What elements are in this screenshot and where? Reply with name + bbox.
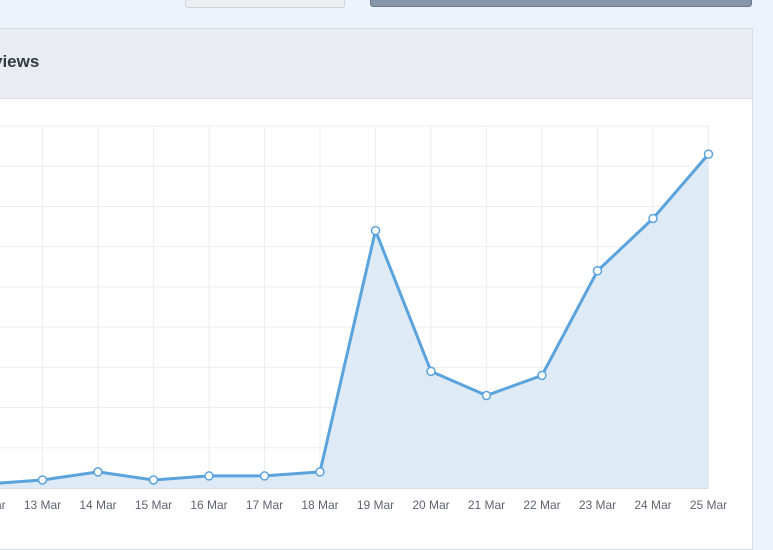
- x-tick-label: 14 Mar: [79, 498, 116, 512]
- data-point[interactable]: [259, 471, 270, 481]
- x-tick-label: 16 Mar: [190, 498, 227, 512]
- x-tick-label: 17 Mar: [246, 498, 283, 512]
- data-point[interactable]: [481, 390, 492, 401]
- x-tick-label: 25 Mar: [690, 498, 727, 512]
- data-point[interactable]: [37, 475, 48, 485]
- x-tick-label: 24 Mar: [634, 498, 671, 512]
- x-tick-label: 19 Mar: [357, 498, 394, 512]
- x-tick-label: 13 Mar: [24, 498, 61, 512]
- x-tick-label: 21 Mar: [468, 498, 505, 512]
- x-tick-label: 15 Mar: [135, 498, 172, 512]
- x-axis-ticks: 12 Mar 13 Mar 14 Mar 15 Mar 16 Mar 17 Mar 18 M…: [0, 498, 727, 512]
- data-point[interactable]: [592, 266, 603, 276]
- x-tick-label: 23 Mar: [579, 498, 616, 512]
- data-point[interactable]: [204, 471, 214, 481]
- views-chart: 12 Mar 13 Mar 14 Mar 15 Mar 16 Mar 17 Mar 18 M…: [0, 125, 727, 512]
- data-point[interactable]: [703, 149, 714, 159]
- x-tick-label: 18 Mar: [301, 498, 338, 512]
- data-point[interactable]: [648, 213, 658, 224]
- x-tick-label: 12 Mar: [0, 498, 6, 512]
- data-point[interactable]: [370, 225, 381, 236]
- data-point[interactable]: [148, 475, 159, 485]
- data-point[interactable]: [537, 370, 547, 381]
- data-point[interactable]: [93, 467, 103, 477]
- data-point[interactable]: [426, 366, 436, 377]
- data-point[interactable]: [315, 467, 325, 477]
- x-tick-label: 22 Mar: [523, 498, 560, 512]
- x-tick-label: 20 Mar: [412, 498, 449, 512]
